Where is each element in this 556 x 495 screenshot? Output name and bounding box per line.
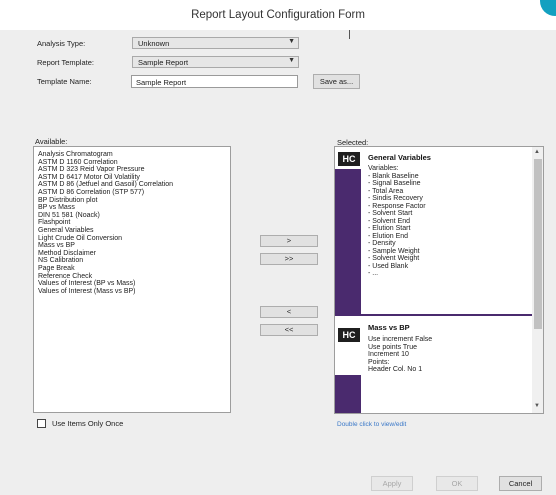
card-line: - Density [368,240,396,247]
report-template-select[interactable]: Sample Report ▼ [132,56,299,68]
card-line: Increment 10 [368,351,409,358]
card-line: Use points True [368,343,418,351]
list-item[interactable]: Page Break [34,265,230,273]
hc-badge-icon: HC [338,328,360,342]
list-item[interactable]: Values of Interest (Mass vs BP) [34,288,230,296]
scroll-down-icon[interactable]: ▼ [534,403,540,409]
scroll-thumb[interactable] [534,159,542,329]
card-side-band [335,169,361,314]
save-as-button[interactable]: Save as... [313,74,360,89]
card-line: - Sindis Recovery [368,195,423,202]
card-settings-list: Use increment False Use points True Increm… [368,336,432,374]
card-line: - Blank Baseline [368,172,419,180]
list-item[interactable]: BP vs Mass [34,204,230,212]
card-line: - Total Area [368,187,404,195]
list-item[interactable]: ASTM D 1160 Correlation [34,159,230,167]
use-items-once-checkbox[interactable] [37,419,46,428]
card-line: - Solvent Start [368,210,413,217]
card-line: Points: [368,358,390,366]
list-item[interactable]: DIN 51 581 (Noack) [34,212,230,220]
list-item[interactable]: BP Distribution plot [34,197,230,205]
double-click-hint-link[interactable]: Double click to view/edit [337,421,406,428]
card-line: Header Col. No 1 [368,366,423,373]
list-item[interactable]: NS Calibration [34,257,230,265]
list-item[interactable]: ASTM D 6417 Motor Oil Volatility [34,174,230,182]
chevron-down-icon: ▼ [288,57,295,64]
card-line: - Solvent End [368,217,411,225]
selected-card-general-variables[interactable]: HC General Variables Variables: - Blank B… [335,147,532,314]
available-list[interactable]: Analysis Chromatogram ASTM D 1160 Correla… [33,146,231,413]
card-line: - Used Blank [368,262,409,270]
card-line: - Elution Start [368,225,411,232]
window-title: Report Layout Configuration Form [191,9,365,21]
list-item[interactable]: ASTM D 86 Correlation (STP 577) [34,189,230,197]
list-item[interactable]: Flashpoint [34,219,230,227]
card-line: - Signal Baseline [368,180,421,187]
card-side-band [335,375,361,413]
cancel-button[interactable]: Cancel [499,476,542,491]
selected-card-mass-vs-bp[interactable]: HC Mass vs BP Use increment False Use poi… [335,317,532,413]
list-item[interactable]: Method Disclaimer [34,250,230,258]
list-item[interactable]: General Variables [34,227,230,235]
ok-button[interactable]: OK [436,476,478,491]
remove-item-button[interactable]: < [260,306,318,318]
hc-badge-icon: HC [338,152,360,166]
card-line: - ... [368,270,379,277]
template-name-label: Template Name: [37,77,92,86]
list-item[interactable]: ASTM D 323 Reid Vapor Pressure [34,166,230,174]
card-line: Variables: [368,165,399,172]
card-title: General Variables [368,153,431,162]
template-name-field[interactable]: Sample Report [131,75,298,88]
analysis-type-select[interactable]: Unknown ▼ [132,37,299,49]
analysis-type-label: Analysis Type: [37,39,86,48]
dialog-body: Analysis Type: Unknown ▼ Report Template… [0,30,556,495]
selected-list[interactable]: HC General Variables Variables: - Blank B… [334,146,544,414]
list-item[interactable]: Mass vs BP [34,242,230,250]
card-divider [335,314,532,316]
cursor-caret [349,30,350,39]
apply-button[interactable]: Apply [371,476,413,491]
selected-scrollbar[interactable]: ▲ ▼ [532,147,543,413]
analysis-type-value: Unknown [138,39,170,48]
report-template-label: Report Template: [37,58,94,67]
use-items-once-label: Use Items Only Once [52,419,124,428]
card-line: - Elution End [368,232,409,240]
card-line: Use increment False [368,336,433,343]
list-item[interactable]: Values of Interest (BP vs Mass) [34,280,230,288]
card-title: Mass vs BP [368,323,410,332]
card-line: - Response Factor [368,202,426,210]
card-variable-list: Variables: - Blank Baseline - Signal Basel… [368,165,426,278]
scroll-up-icon[interactable]: ▲ [534,149,540,155]
remove-all-button[interactable]: << [260,324,318,336]
report-template-value: Sample Report [138,58,189,67]
list-item[interactable]: Reference Check [34,273,230,281]
list-item[interactable]: ASTM D 86 (Jetfuel and Gasoil) Correlati… [34,181,230,189]
available-label: Available: [35,137,68,146]
card-line: - Solvent Weight [368,255,420,262]
add-item-button[interactable]: > [260,235,318,247]
add-all-button[interactable]: >> [260,253,318,265]
chevron-down-icon: ▼ [288,38,295,45]
card-line: - Sample Weight [368,247,420,255]
list-item[interactable]: Light Crude Oil Conversion [34,235,230,243]
title-bar: Report Layout Configuration Form [0,0,556,30]
list-item[interactable]: Analysis Chromatogram [34,151,230,159]
